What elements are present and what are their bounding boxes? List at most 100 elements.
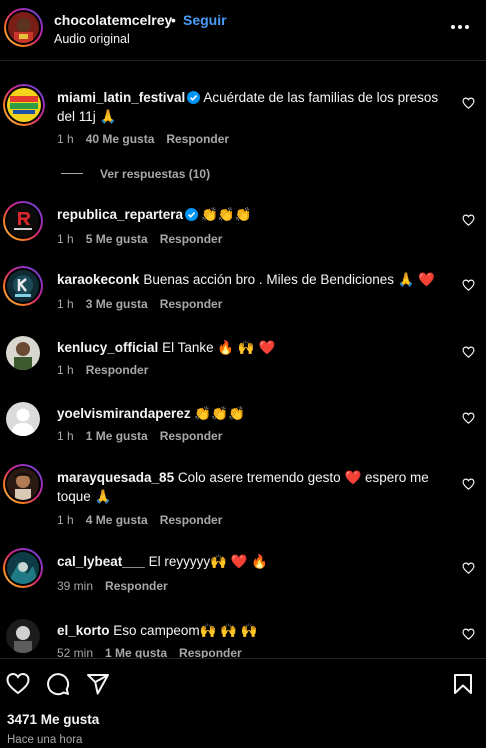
comment-time[interactable]: 1 h xyxy=(57,363,74,377)
post-time-ago: Hace una hora xyxy=(7,734,83,746)
heart-outline-icon[interactable] xyxy=(462,562,475,574)
comment-username[interactable]: miami_latin_festival xyxy=(57,90,185,105)
comment-item: yoelvismirandaperez 👏👏👏 1 h 1 Me gusta Res… xyxy=(0,400,486,450)
heart-outline-icon[interactable] xyxy=(462,279,475,291)
comment-body: miami_latin_festival Acuérdate de las fam… xyxy=(57,88,447,126)
comment-item: kenlucy_official El Tanke 🔥 🙌 ❤️ 1 h Resp… xyxy=(0,334,486,384)
post-header: chocolatemcelrey • Seguir Audio original xyxy=(0,0,486,60)
comment-meta: 1 h 4 Me gusta Responder xyxy=(57,513,222,527)
view-replies-label: Ver respuestas (10) xyxy=(100,167,211,181)
comment-time[interactable]: 1 h xyxy=(57,297,74,311)
comment-body: cal_lybeat___ El reyyyyy🙌 ❤️ 🔥 xyxy=(57,552,447,571)
heart-icon[interactable] xyxy=(6,672,30,696)
reply-button[interactable]: Responder xyxy=(86,363,149,377)
comment-username[interactable]: marayquesada_85 xyxy=(57,470,174,485)
comment-username[interactable]: karaokeconk xyxy=(57,272,140,287)
comment-meta: 1 h 5 Me gusta Responder xyxy=(57,232,222,246)
comment-meta: 1 h 3 Me gusta Responder xyxy=(57,297,222,311)
comment-time[interactable]: 1 h xyxy=(57,429,74,443)
kenlucy-avatar-image xyxy=(6,336,40,370)
post-action-bar xyxy=(0,672,486,698)
comment-item: miami_latin_festival Acuérdate de las fam… xyxy=(0,84,486,154)
comment-meta: 1 h 1 Me gusta Responder xyxy=(57,429,222,443)
comment-text: El reyyyyy🙌 ❤️ 🔥 xyxy=(148,554,269,569)
comment-body: republica_repartera 👏👏👏 xyxy=(57,205,447,224)
comment-likes[interactable]: 4 Me gusta xyxy=(86,513,148,527)
comment-meta: 1 h Responder xyxy=(57,363,148,377)
reply-button[interactable]: Responder xyxy=(160,232,223,246)
comment-body: yoelvismirandaperez 👏👏👏 xyxy=(57,404,447,423)
audio-label[interactable]: Audio original xyxy=(54,32,130,46)
replies-line xyxy=(61,173,83,174)
reply-button[interactable]: Responder xyxy=(160,297,223,311)
comment-time[interactable]: 52 min xyxy=(57,646,93,658)
comment-meta: 52 min 1 Me gusta Responder xyxy=(57,646,242,658)
bookmark-icon[interactable] xyxy=(451,672,475,696)
marayquesada-avatar-image xyxy=(7,468,39,500)
reply-button[interactable]: Responder xyxy=(105,579,168,593)
comment-meta: 1 h 40 Me gusta Responder xyxy=(57,132,229,146)
el-korto-avatar-image xyxy=(6,619,40,653)
comment-time[interactable]: 1 h xyxy=(57,132,74,146)
comment-item: cal_lybeat___ El reyyyyy🙌 ❤️ 🔥 39 min Res… xyxy=(0,548,486,598)
comment-item: el_korto Eso campeom🙌 🙌 🙌 52 min 1 Me gus… xyxy=(0,618,486,658)
comment-avatar[interactable] xyxy=(6,619,40,653)
comment-text: Eso campeom🙌 🙌 🙌 xyxy=(113,623,258,638)
miami-latin-festival-logo xyxy=(7,88,41,122)
post-like-count[interactable]: 3471 Me gusta xyxy=(7,712,99,727)
comment-username[interactable]: kenlucy_official xyxy=(57,340,158,355)
comment-likes[interactable]: 5 Me gusta xyxy=(86,232,148,246)
heart-outline-icon[interactable] xyxy=(462,412,475,424)
heart-outline-icon[interactable] xyxy=(462,628,475,640)
comment-body: el_korto Eso campeom🙌 🙌 🙌 xyxy=(57,621,447,640)
heart-outline-icon[interactable] xyxy=(462,346,475,358)
comment-avatar[interactable] xyxy=(3,548,43,588)
comment-likes[interactable]: 40 Me gusta xyxy=(86,132,155,146)
comment-avatar[interactable] xyxy=(3,464,43,504)
follow-button[interactable]: Seguir xyxy=(183,12,227,28)
comment-time[interactable]: 1 h xyxy=(57,513,74,527)
comment-text: El Tanke 🔥 🙌 ❤️ xyxy=(162,340,276,355)
comment-item: republica_repartera 👏👏👏 1 h 5 Me gusta Resp… xyxy=(0,201,486,251)
verified-badge-icon xyxy=(187,91,201,104)
comment-avatar[interactable] xyxy=(6,402,40,436)
author-avatar[interactable] xyxy=(4,8,43,47)
comment-item: marayquesada_85 Colo asere tremendo gest… xyxy=(0,464,486,534)
author-avatar-image xyxy=(8,12,39,43)
comment-time[interactable]: 1 h xyxy=(57,232,74,246)
reply-button[interactable]: Responder xyxy=(160,429,223,443)
comment-item: karaokeconk Buenas acción bro . Miles de… xyxy=(0,266,486,316)
comment-likes[interactable]: 1 Me gusta xyxy=(105,646,167,658)
comment-time[interactable]: 39 min xyxy=(57,579,93,593)
post-comments-view: chocolatemcelrey • Seguir Audio original… xyxy=(0,0,486,748)
reply-button[interactable]: Responder xyxy=(179,646,242,658)
comment-icon[interactable] xyxy=(46,672,70,696)
comment-text: Buenas acción bro . Miles de Bendiciones… xyxy=(143,272,436,287)
heart-outline-icon[interactable] xyxy=(462,97,475,109)
karaokeconk-logo xyxy=(7,270,39,302)
comment-meta: 39 min Responder xyxy=(57,579,168,593)
comment-username[interactable]: cal_lybeat___ xyxy=(57,554,145,569)
reply-button[interactable]: Responder xyxy=(160,513,223,527)
heart-outline-icon[interactable] xyxy=(462,214,475,226)
comment-username[interactable]: yoelvismirandaperez xyxy=(57,406,191,421)
comment-avatar[interactable] xyxy=(3,84,45,126)
reply-button[interactable]: Responder xyxy=(166,132,229,146)
comment-avatar[interactable] xyxy=(3,266,43,306)
share-icon[interactable] xyxy=(86,672,110,696)
author-username[interactable]: chocolatemcelrey xyxy=(54,12,172,28)
cal-lybeat-avatar-image xyxy=(7,552,39,584)
comment-avatar[interactable] xyxy=(6,336,40,370)
comment-username[interactable]: republica_repartera xyxy=(57,207,183,222)
comment-body: marayquesada_85 Colo asere tremendo gest… xyxy=(57,468,442,506)
comment-body: kenlucy_official El Tanke 🔥 🙌 ❤️ xyxy=(57,338,447,357)
comment-avatar[interactable] xyxy=(3,201,43,241)
heart-outline-icon[interactable] xyxy=(462,478,475,490)
comment-username[interactable]: el_korto xyxy=(57,623,110,638)
comment-likes[interactable]: 1 Me gusta xyxy=(86,429,148,443)
comment-likes[interactable]: 3 Me gusta xyxy=(86,297,148,311)
republica-repartera-logo xyxy=(7,205,39,237)
more-horizontal-icon[interactable] xyxy=(451,25,471,31)
separator-dot: • xyxy=(171,12,176,28)
verified-badge-icon xyxy=(185,208,199,221)
